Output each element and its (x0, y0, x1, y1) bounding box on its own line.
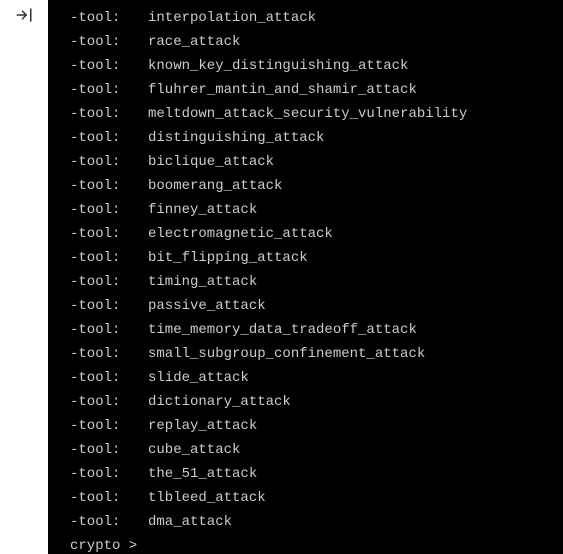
tool-value: boomerang_attack (148, 174, 282, 198)
terminal-line: -tool: the_51_attack (70, 462, 563, 486)
tool-value: tlbleed_attack (148, 486, 266, 510)
tool-value: dictionary_attack (148, 390, 291, 414)
terminal-line: -tool: tlbleed_attack (70, 486, 563, 510)
tool-value: the_51_attack (148, 462, 257, 486)
terminal-output[interactable]: -tool: interpolation_attack-tool: race_a… (48, 0, 563, 554)
tool-flag-label: -tool: (70, 222, 148, 246)
tool-value: slide_attack (148, 366, 249, 390)
terminal-prompt: crypto > (70, 538, 146, 554)
sidebar (0, 0, 48, 554)
tool-value: biclique_attack (148, 150, 274, 174)
terminal-line: -tool: electromagnetic_attack (70, 222, 563, 246)
tool-flag-label: -tool: (70, 438, 148, 462)
tool-flag-label: -tool: (70, 318, 148, 342)
tool-flag-label: -tool: (70, 150, 148, 174)
tool-flag-label: -tool: (70, 270, 148, 294)
tool-value: finney_attack (148, 198, 257, 222)
tool-flag-label: -tool: (70, 366, 148, 390)
terminal-line: -tool: known_key_distinguishing_attack (70, 54, 563, 78)
tool-flag-label: -tool: (70, 126, 148, 150)
tool-flag-label: -tool: (70, 486, 148, 510)
exit-icon[interactable] (15, 6, 33, 29)
tool-flag-label: -tool: (70, 54, 148, 78)
terminal-line: -tool: distinguishing_attack (70, 126, 563, 150)
tool-flag-label: -tool: (70, 294, 148, 318)
tool-value: fluhrer_mantin_and_shamir_attack (148, 78, 417, 102)
tool-flag-label: -tool: (70, 462, 148, 486)
terminal-line: -tool: small_subgroup_confinement_attack (70, 342, 563, 366)
tool-flag-label: -tool: (70, 174, 148, 198)
terminal-line: -tool: biclique_attack (70, 150, 563, 174)
tool-value: electromagnetic_attack (148, 222, 333, 246)
terminal-line: -tool: race_attack (70, 30, 563, 54)
terminal-line: -tool: passive_attack (70, 294, 563, 318)
tool-flag-label: -tool: (70, 102, 148, 126)
tool-value: meltdown_attack_security_vulnerability (148, 102, 467, 126)
tool-value: interpolation_attack (148, 6, 316, 30)
terminal-line: -tool: dictionary_attack (70, 390, 563, 414)
tool-value: bit_flipping_attack (148, 246, 308, 270)
terminal-line: -tool: timing_attack (70, 270, 563, 294)
terminal-line: -tool: meltdown_attack_security_vulnerab… (70, 102, 563, 126)
tool-flag-label: -tool: (70, 6, 148, 30)
terminal-line: -tool: interpolation_attack (70, 6, 563, 30)
tool-value: dma_attack (148, 510, 232, 534)
terminal-line: -tool: finney_attack (70, 198, 563, 222)
tool-value: cube_attack (148, 438, 240, 462)
tool-value: race_attack (148, 30, 240, 54)
tool-flag-label: -tool: (70, 414, 148, 438)
tool-value: replay_attack (148, 414, 257, 438)
terminal-line: -tool: replay_attack (70, 414, 563, 438)
tool-value: distinguishing_attack (148, 126, 324, 150)
terminal-line: -tool: bit_flipping_attack (70, 246, 563, 270)
tool-flag-label: -tool: (70, 390, 148, 414)
terminal-line: -tool: time_memory_data_tradeoff_attack (70, 318, 563, 342)
terminal-line: -tool: dma_attack (70, 510, 563, 534)
tool-value: known_key_distinguishing_attack (148, 54, 408, 78)
terminal-line: -tool: cube_attack (70, 438, 563, 462)
tool-flag-label: -tool: (70, 510, 148, 534)
terminal-line: -tool: boomerang_attack (70, 174, 563, 198)
tool-flag-label: -tool: (70, 246, 148, 270)
terminal-line: -tool: slide_attack (70, 366, 563, 390)
terminal-line: -tool: fluhrer_mantin_and_shamir_attack (70, 78, 563, 102)
tool-value: passive_attack (148, 294, 266, 318)
tool-value: time_memory_data_tradeoff_attack (148, 318, 417, 342)
tool-value: small_subgroup_confinement_attack (148, 342, 425, 366)
tool-flag-label: -tool: (70, 78, 148, 102)
tool-flag-label: -tool: (70, 342, 148, 366)
tool-flag-label: -tool: (70, 198, 148, 222)
tool-flag-label: -tool: (70, 30, 148, 54)
tool-value: timing_attack (148, 270, 257, 294)
